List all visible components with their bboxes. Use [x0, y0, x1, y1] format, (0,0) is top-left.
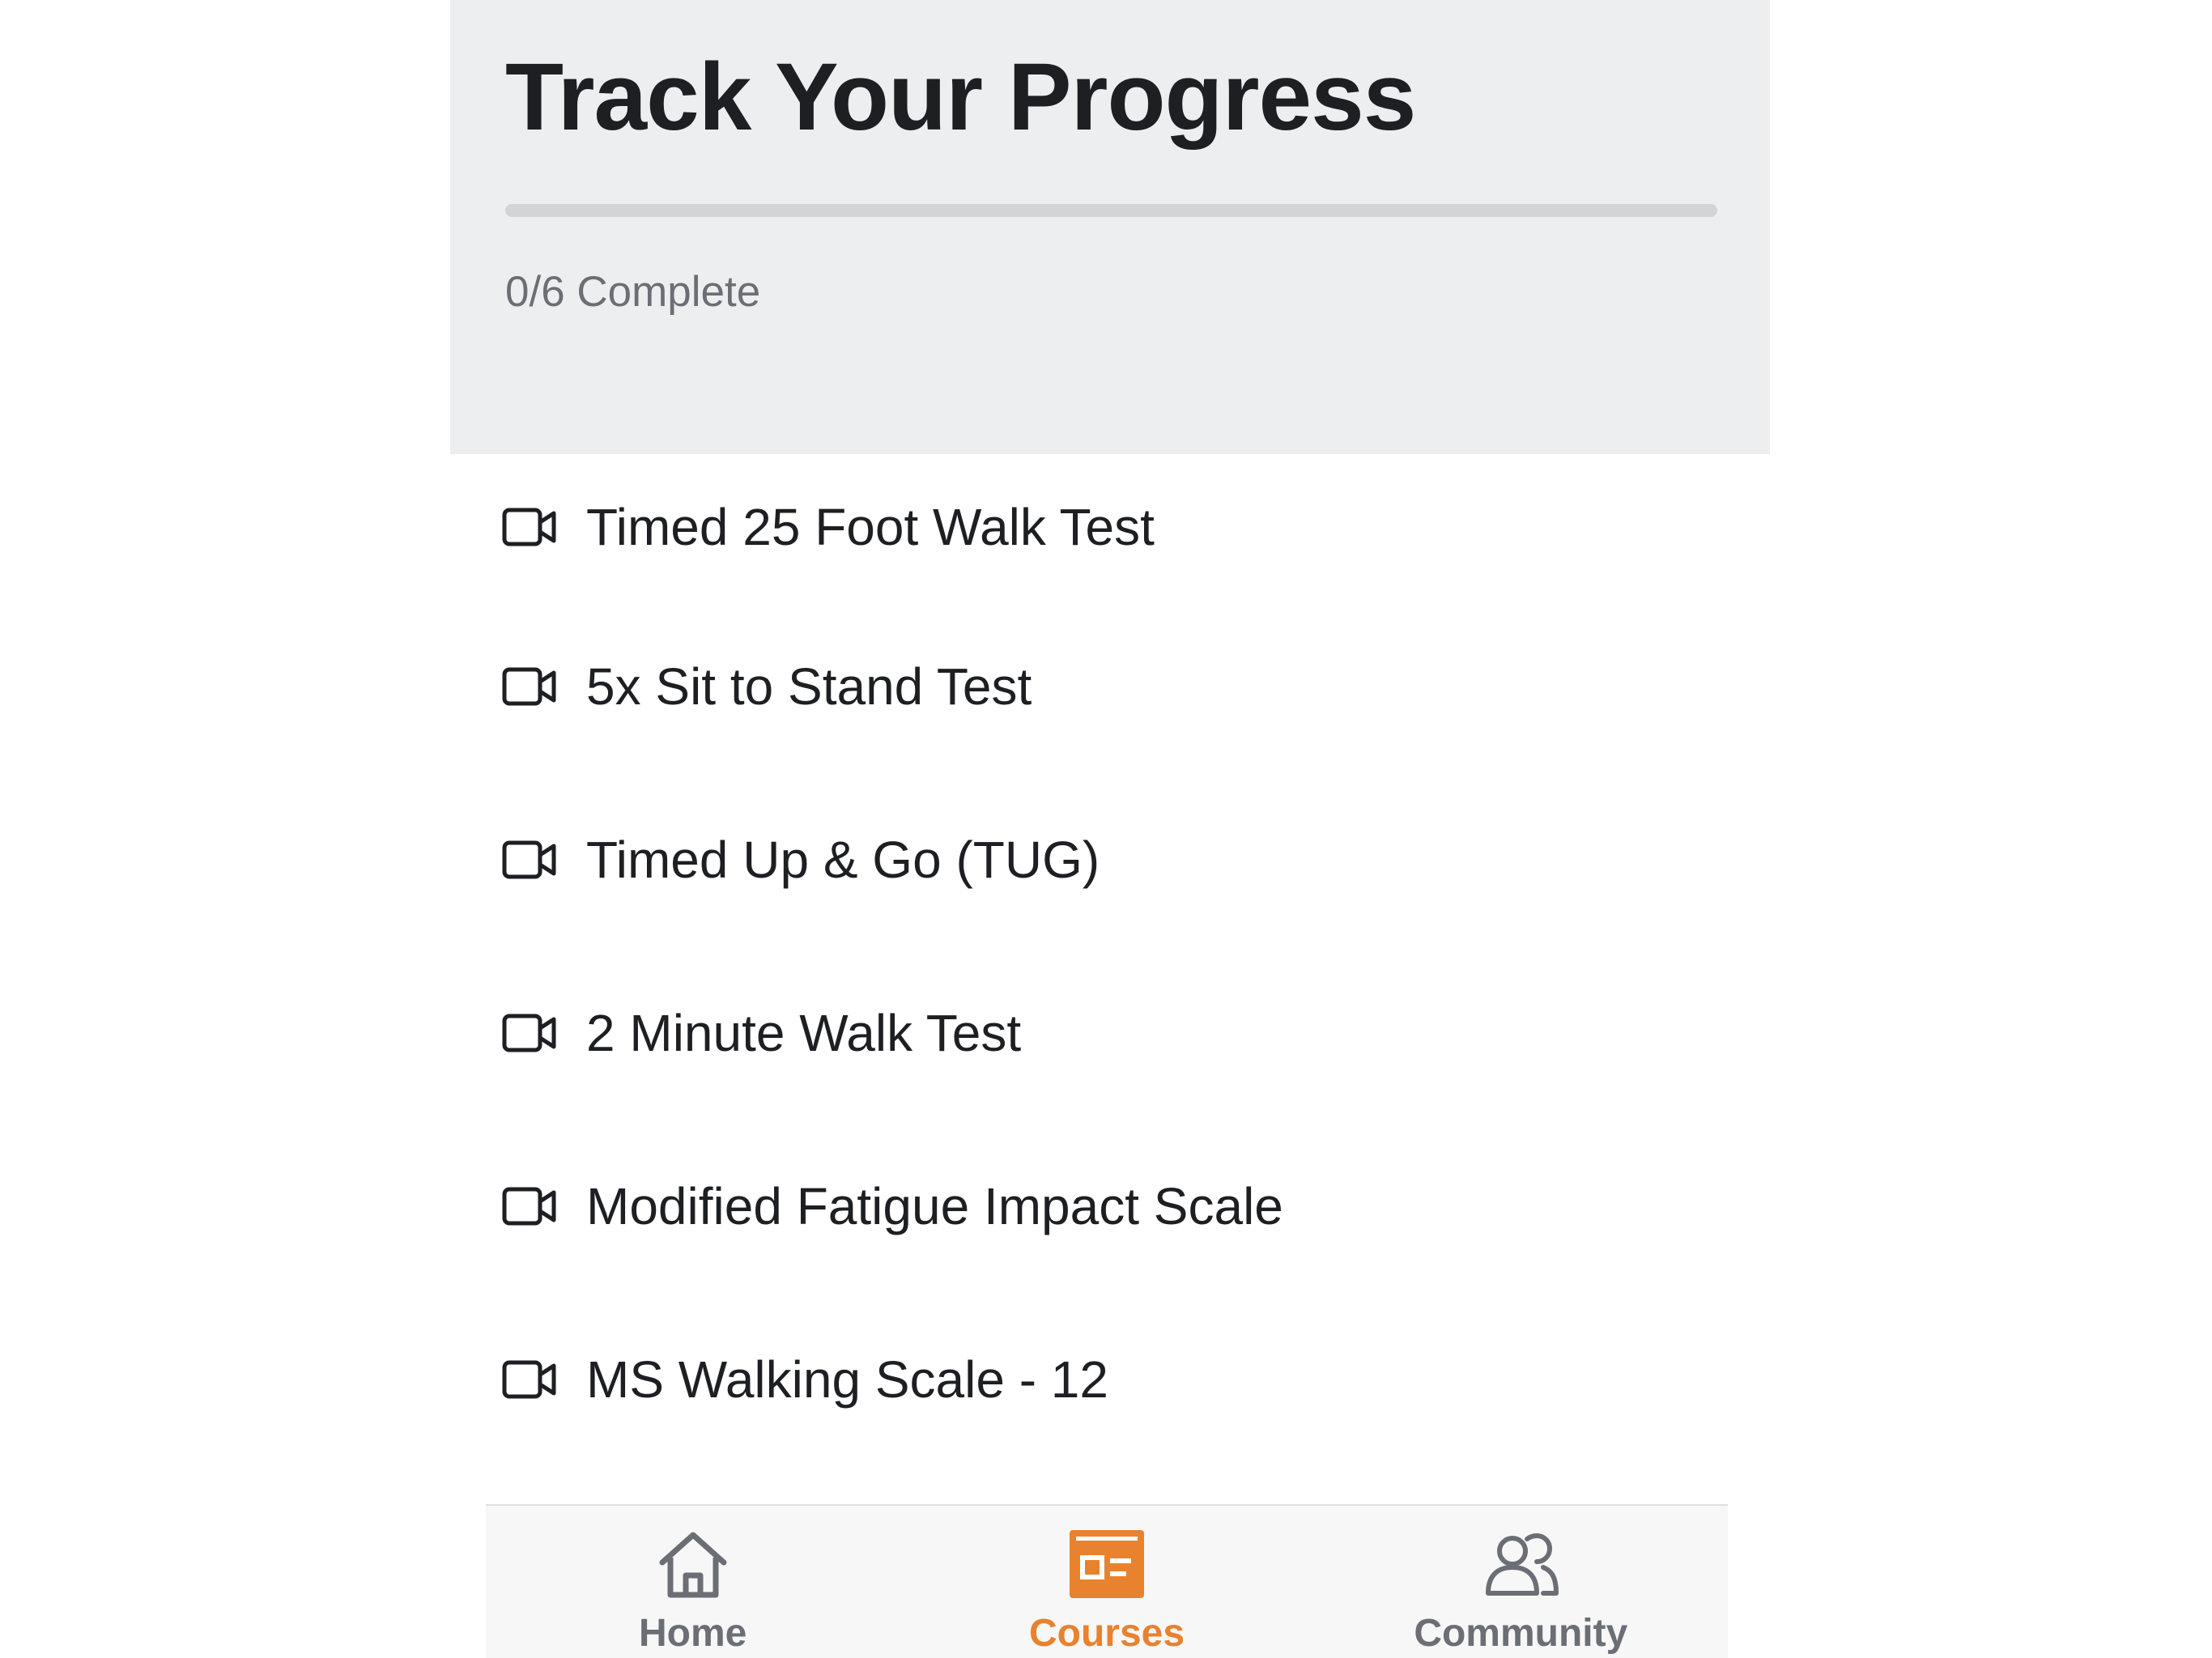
course-item-5x-sit-to-stand[interactable]: 5x Sit to Stand Test [502, 600, 1716, 773]
tab-community-label: Community [1414, 1612, 1628, 1655]
course-item-label: 2 Minute Walk Test [586, 1004, 1022, 1062]
progress-bar [505, 204, 1717, 217]
courses-icon [1066, 1524, 1147, 1605]
video-camera-icon [502, 839, 557, 881]
video-camera-icon [502, 1012, 557, 1054]
course-item-label: Modified Fatigue Impact Scale [586, 1177, 1283, 1235]
course-item-label: Timed 25 Foot Walk Test [586, 498, 1155, 556]
page-title: Track Your Progress [505, 44, 1416, 151]
tab-home[interactable]: Home [486, 1506, 900, 1658]
course-item-label: 5x Sit to Stand Test [586, 657, 1032, 716]
community-icon [1480, 1524, 1561, 1605]
course-item-timed-up-and-go[interactable]: Timed Up & Go (TUG) [502, 773, 1716, 946]
video-camera-icon [502, 665, 557, 708]
course-item-label: Timed Up & Go (TUG) [586, 831, 1100, 889]
tab-courses[interactable]: Courses [900, 1506, 1313, 1658]
app-screen: Track Your Progress 0/6 Complete Timed 2… [0, 0, 2212, 1658]
course-item-label: MS Walking Scale - 12 [586, 1350, 1108, 1409]
course-item-2-minute-walk[interactable]: 2 Minute Walk Test [502, 946, 1716, 1120]
course-item-timed-25-foot-walk[interactable]: Timed 25 Foot Walk Test [502, 454, 1716, 600]
bottom-tab-bar: Home Courses Community [486, 1504, 1728, 1658]
course-item-modified-fatigue-impact-scale[interactable]: Modified Fatigue Impact Scale [502, 1120, 1716, 1293]
tab-community[interactable]: Community [1314, 1506, 1728, 1658]
video-camera-icon [502, 1358, 557, 1401]
tab-courses-label: Courses [1028, 1612, 1185, 1655]
course-list: Timed 25 Foot Walk Test 5x Sit to Stand … [502, 454, 1716, 1466]
course-item-ms-walking-scale-12[interactable]: MS Walking Scale - 12 [502, 1293, 1716, 1466]
progress-status-text: 0/6 Complete [505, 268, 761, 316]
video-camera-icon [502, 506, 557, 548]
progress-card: Track Your Progress 0/6 Complete [450, 0, 1770, 454]
video-camera-icon [502, 1185, 557, 1227]
tab-home-label: Home [638, 1612, 747, 1655]
home-icon [653, 1524, 734, 1605]
